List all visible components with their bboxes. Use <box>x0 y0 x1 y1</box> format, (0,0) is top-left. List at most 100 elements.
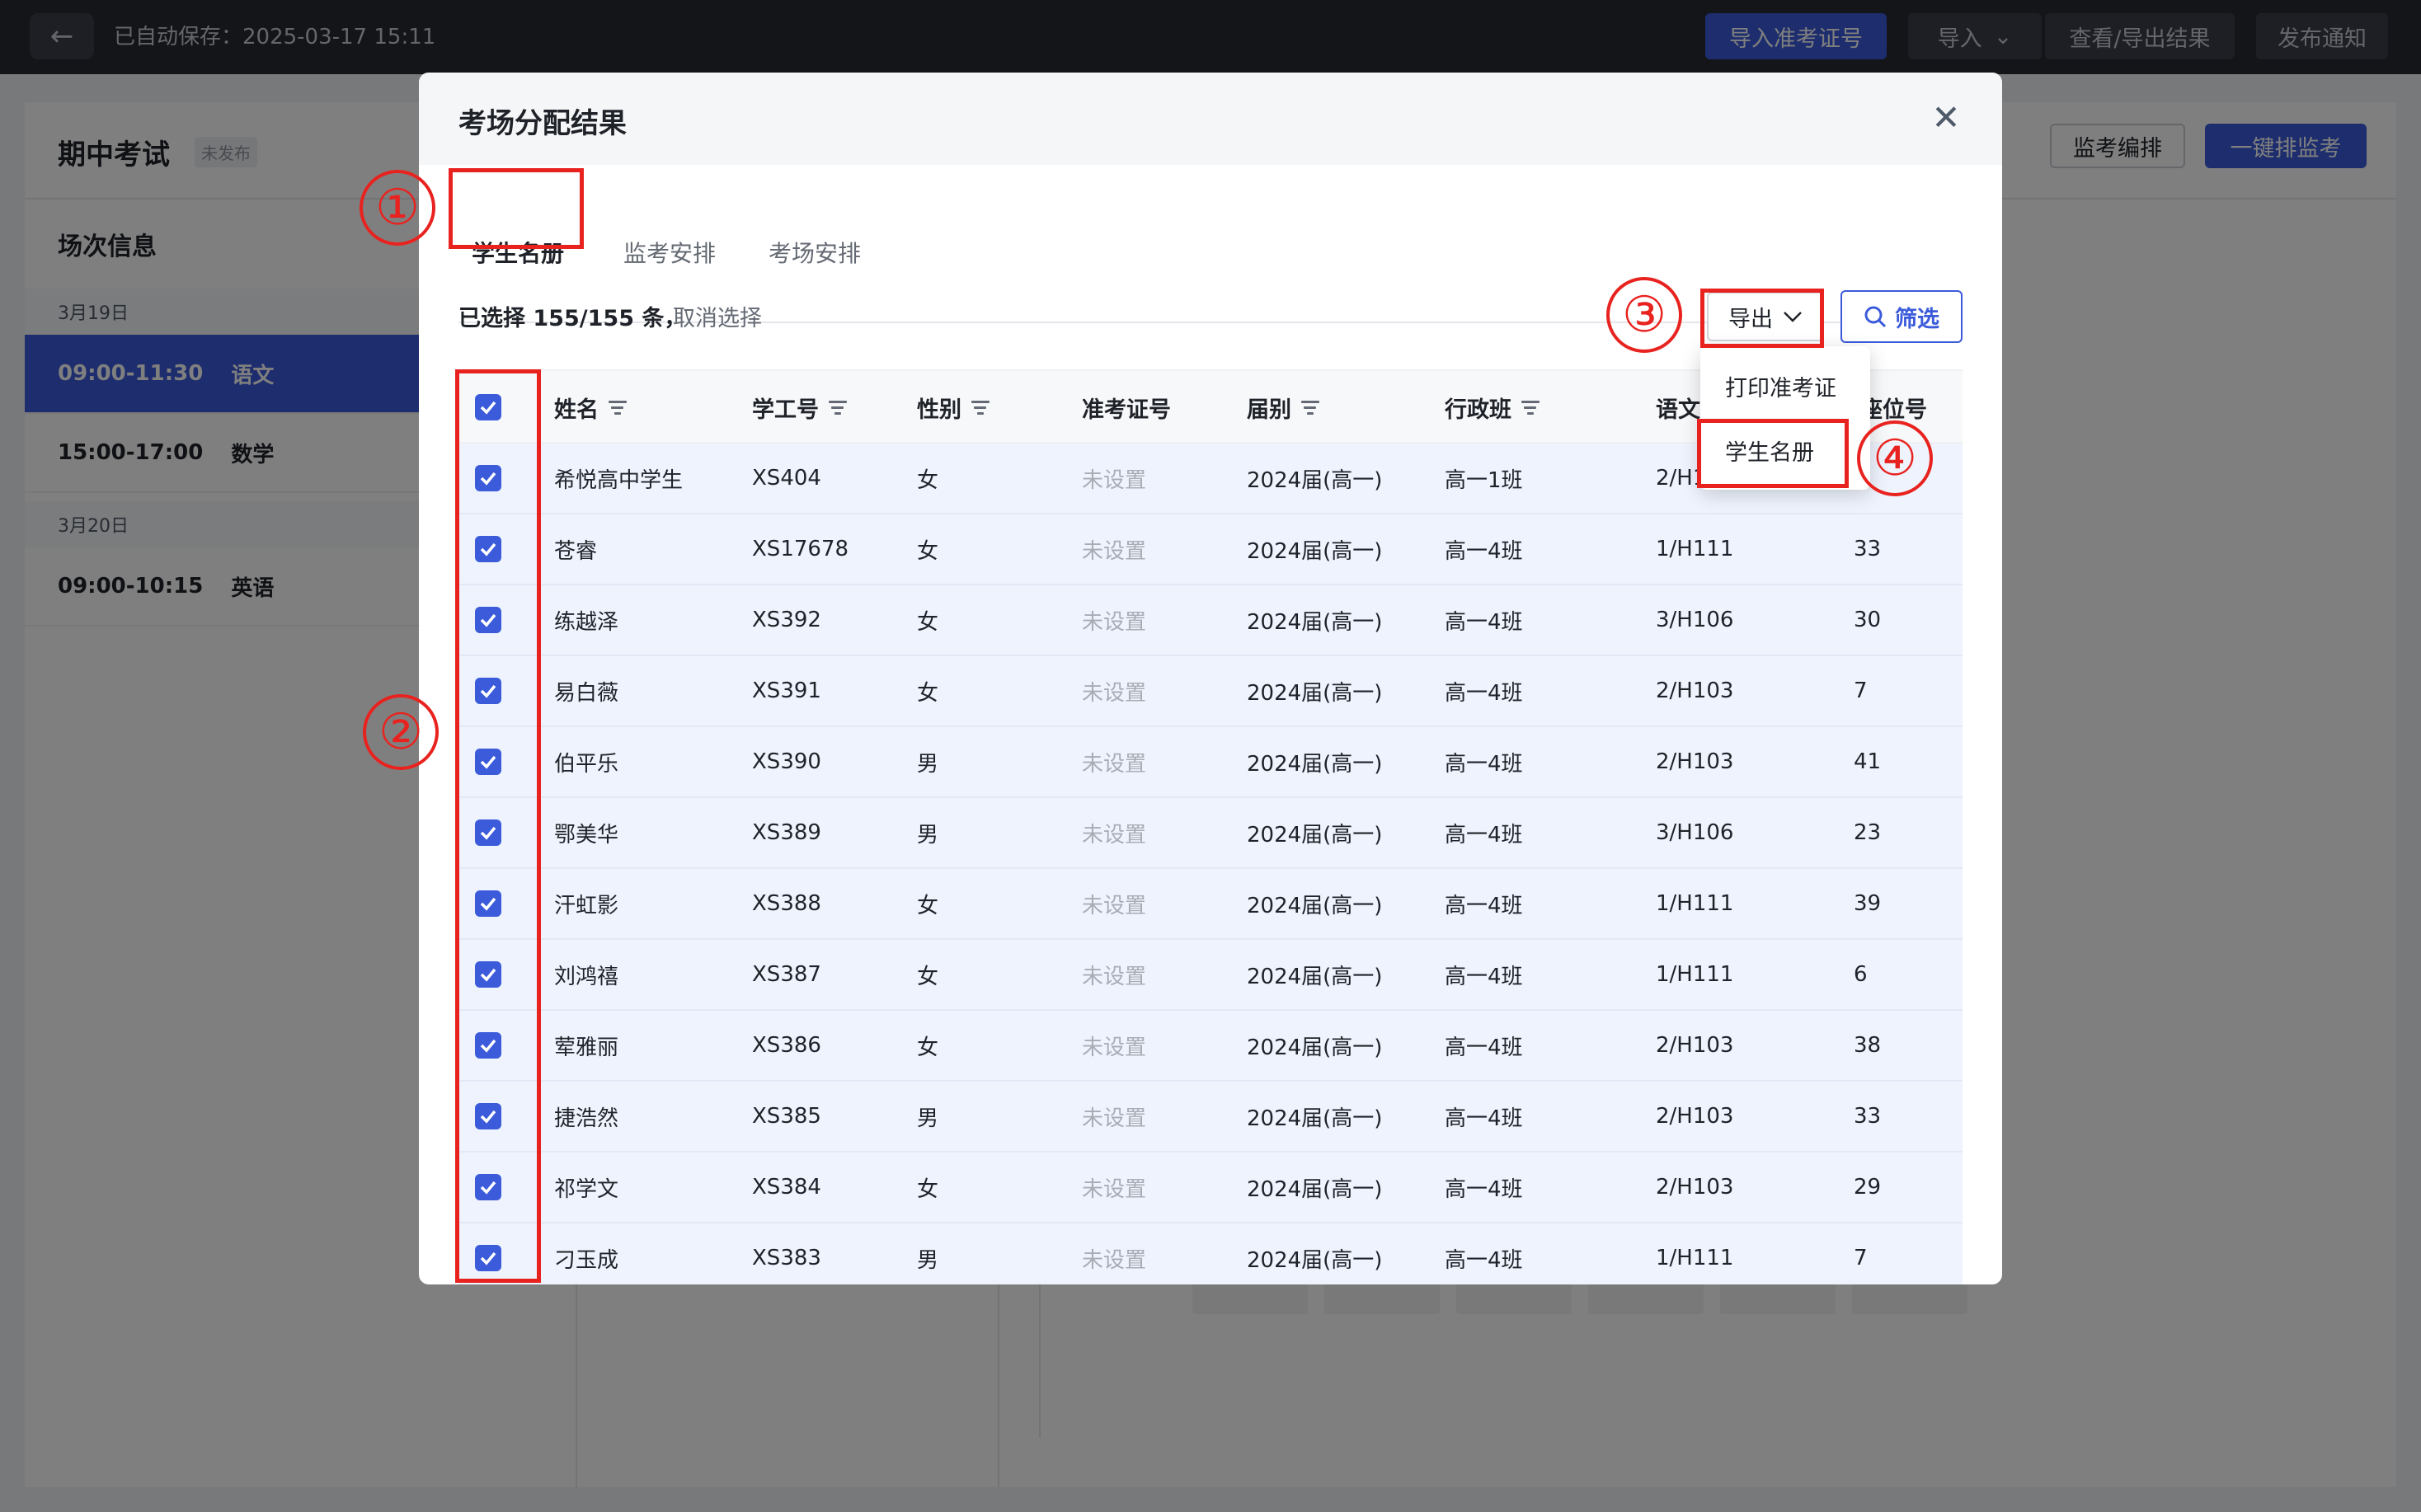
cell-id: XS385 <box>752 1104 821 1129</box>
cell-room: 1/H111 <box>1656 537 1734 561</box>
table-row[interactable]: 捷浩然 XS385 男 未设置 2024届(高一) 高一4班 2/H103 33 <box>458 1082 1963 1153</box>
cell-id: XS404 <box>752 466 821 491</box>
table-row[interactable]: 汗虹影 XS388 女 未设置 2024届(高一) 高一4班 1/H111 39 <box>458 869 1963 940</box>
cell-ticket: 未设置 <box>1082 467 1147 493</box>
cell-grade: 2024届(高一) <box>1247 538 1383 564</box>
cell-room: 1/H111 <box>1656 1246 1734 1270</box>
cell-class: 高一4班 <box>1445 609 1523 635</box>
filter-icon[interactable] <box>829 400 847 415</box>
cancel-selection-link[interactable]: 取消选择 <box>673 300 762 332</box>
cell-class: 高一4班 <box>1445 1247 1523 1273</box>
cell-id: XS390 <box>752 749 821 774</box>
cell-gender: 男 <box>917 822 939 848</box>
cell-id: XS392 <box>752 608 821 632</box>
cell-room: 1/H111 <box>1656 891 1734 916</box>
annotation-box-tab <box>449 168 584 249</box>
column-label: 准考证号 <box>1082 397 1171 423</box>
cell-seat: 39 <box>1854 891 1882 916</box>
table-row[interactable]: 鄂美华 XS389 男 未设置 2024届(高一) 高一4班 3/H106 23 <box>458 798 1963 869</box>
modal-title: 考场分配结果 <box>458 107 627 140</box>
column-label: 行政班 <box>1445 397 1511 423</box>
cell-ticket: 未设置 <box>1082 893 1147 918</box>
cell-ticket: 未设置 <box>1082 1106 1147 1131</box>
cell-grade: 2024届(高一) <box>1247 680 1383 706</box>
table-row[interactable]: 刘鸿禧 XS387 女 未设置 2024届(高一) 高一4班 1/H111 6 <box>458 940 1963 1011</box>
cell-name: 伯平乐 <box>554 751 619 777</box>
cell-class: 高一4班 <box>1445 1106 1523 1131</box>
filter-icon[interactable] <box>1301 400 1319 415</box>
filter-button[interactable]: 筛选 <box>1840 290 1963 343</box>
cell-room: 2/H103 <box>1656 749 1734 774</box>
cell-grade: 2024届(高一) <box>1247 1176 1383 1202</box>
table-row[interactable]: 练越泽 XS392 女 未设置 2024届(高一) 高一4班 3/H106 30 <box>458 585 1963 656</box>
cell-id: XS388 <box>752 891 821 916</box>
column-header-id[interactable]: 学工号 <box>752 371 847 444</box>
cell-id: XS386 <box>752 1033 821 1058</box>
cell-grade: 2024届(高一) <box>1247 1247 1383 1273</box>
cell-gender: 女 <box>917 893 939 918</box>
cell-name: 苍睿 <box>554 538 598 564</box>
cell-grade: 2024届(高一) <box>1247 964 1383 989</box>
column-label: 性别 <box>917 397 961 423</box>
cell-room: 2/H103 <box>1656 679 1734 703</box>
cell-name: 鄂美华 <box>554 822 619 848</box>
cell-class: 高一4班 <box>1445 538 1523 564</box>
cell-grade: 2024届(高一) <box>1247 1035 1383 1060</box>
cell-id: XS383 <box>752 1246 821 1270</box>
annotation-box-menu-item <box>1697 419 1849 488</box>
cell-seat: 7 <box>1854 679 1868 703</box>
column-header-name[interactable]: 姓名 <box>554 371 627 444</box>
cell-ticket: 未设置 <box>1082 1247 1147 1273</box>
cell-gender: 女 <box>917 1035 939 1060</box>
column-label: 届别 <box>1247 397 1291 423</box>
cell-class: 高一4班 <box>1445 964 1523 989</box>
allocation-result-modal: 考场分配结果 ✕ 学生名册 监考安排 考场安排 已选择 155/155 条， 取… <box>419 73 2002 1284</box>
cell-gender: 女 <box>917 680 939 706</box>
table-row[interactable]: 荤雅丽 XS386 女 未设置 2024届(高一) 高一4班 2/H103 38 <box>458 1011 1963 1082</box>
filter-label: 筛选 <box>1895 306 1939 332</box>
table-row[interactable]: 伯平乐 XS390 男 未设置 2024届(高一) 高一4班 2/H103 41 <box>458 727 1963 798</box>
cell-class: 高一4班 <box>1445 1035 1523 1060</box>
cell-ticket: 未设置 <box>1082 1176 1147 1202</box>
cell-id: XS391 <box>752 679 821 703</box>
cell-class: 高一4班 <box>1445 822 1523 848</box>
column-header-grade[interactable]: 届别 <box>1247 371 1319 444</box>
filter-icon[interactable] <box>1521 400 1540 415</box>
cell-seat: 33 <box>1854 1104 1882 1129</box>
cell-gender: 女 <box>917 964 939 989</box>
table-row[interactable]: 易白薇 XS391 女 未设置 2024届(高一) 高一4班 2/H103 7 <box>458 656 1963 727</box>
table-row[interactable]: 刁玉成 XS383 男 未设置 2024届(高一) 高一4班 1/H111 7 <box>458 1223 1963 1284</box>
cell-name: 祁学文 <box>554 1176 619 1202</box>
column-header-gender[interactable]: 性别 <box>917 371 990 444</box>
column-header-class[interactable]: 行政班 <box>1445 371 1540 444</box>
cell-ticket: 未设置 <box>1082 964 1147 989</box>
tab-proctor-arrangement[interactable]: 监考安排 <box>623 236 716 269</box>
cell-ticket: 未设置 <box>1082 822 1147 848</box>
cell-name: 刁玉成 <box>554 1247 619 1273</box>
filter-icon[interactable] <box>971 400 990 415</box>
filter-icon[interactable] <box>609 400 627 415</box>
menu-item-print-ticket[interactable]: 打印准考证 <box>1700 355 1870 417</box>
cell-gender: 男 <box>917 1247 939 1273</box>
cell-seat: 23 <box>1854 820 1882 845</box>
cell-id: XS17678 <box>752 537 849 561</box>
cell-room: 2/H103 <box>1656 1175 1734 1200</box>
cell-class: 高一1班 <box>1445 467 1523 493</box>
cell-room: 3/H106 <box>1656 608 1734 632</box>
cell-gender: 女 <box>917 609 939 635</box>
close-button[interactable]: ✕ <box>1923 94 1969 140</box>
cell-id: XS387 <box>752 962 821 987</box>
annotation-number: ① <box>360 170 435 246</box>
cell-seat: 29 <box>1854 1175 1882 1200</box>
column-header-ticket: 准考证号 <box>1082 371 1171 444</box>
table-row[interactable]: 苍睿 XS17678 女 未设置 2024届(高一) 高一4班 1/H111 33 <box>458 514 1963 585</box>
cell-name: 汗虹影 <box>554 893 619 918</box>
modal-header: 考场分配结果 ✕ <box>419 73 2002 165</box>
table-row[interactable]: 祁学文 XS384 女 未设置 2024届(高一) 高一4班 2/H103 29 <box>458 1153 1963 1223</box>
cell-seat: 38 <box>1854 1033 1882 1058</box>
column-label: 座位号 <box>1860 397 1927 423</box>
tab-room-arrangement[interactable]: 考场安排 <box>769 236 861 269</box>
cell-grade: 2024届(高一) <box>1247 467 1383 493</box>
cell-ticket: 未设置 <box>1082 1035 1147 1060</box>
cell-ticket: 未设置 <box>1082 751 1147 777</box>
